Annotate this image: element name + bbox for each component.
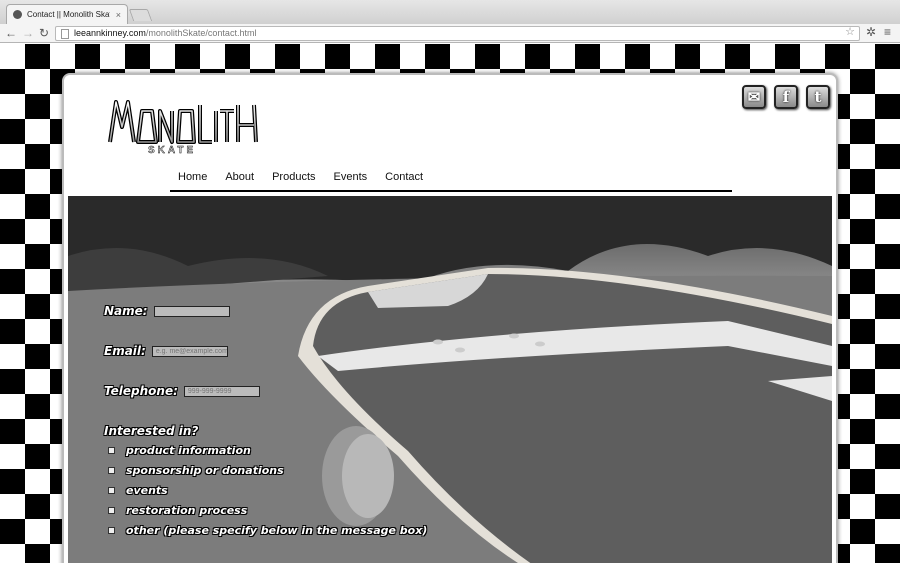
main-nav: Home About Products Events Contact [170,164,732,192]
email-field[interactable] [151,345,228,357]
email-icon[interactable]: ✉ [742,85,766,109]
page-viewport: SKATE ✉ f t Home About Products Events C… [0,44,900,563]
checkbox[interactable] [108,467,115,474]
checkbox[interactable] [108,507,115,514]
logo-graphic: SKATE [108,100,258,156]
name-row: Name: [104,304,230,318]
menu-icon[interactable]: ≡ [884,25,891,39]
interest-label: Interested in? [104,424,199,438]
name-label: Name: [104,304,148,318]
browser-tab[interactable]: Contact || Monolith Skate × [6,4,128,24]
checkbox[interactable] [108,487,115,494]
option-label: restoration process [126,504,248,517]
interest-heading: Interested in? [104,424,198,438]
nav-home[interactable]: Home [178,171,207,183]
tab-title: Contact || Monolith Skate [27,10,110,19]
email-label: Email: [104,344,146,358]
option-label: other (please specify below in the messa… [126,524,428,537]
twitter-icon[interactable]: t [806,85,830,109]
forward-icon[interactable]: → [22,25,34,41]
nav-products[interactable]: Products [272,171,315,183]
page-icon [61,29,69,39]
wrench-icon[interactable]: ✲ [866,25,876,39]
favicon-icon [13,10,22,19]
interest-option-other[interactable]: other (please specify below in the messa… [108,524,427,537]
option-label: product information [126,444,251,457]
interest-option-sponsorship[interactable]: sponsorship or donations [108,464,284,477]
bookmark-star-icon[interactable]: ☆ [845,26,855,39]
telephone-field[interactable] [183,385,260,397]
back-icon[interactable]: ← [5,25,17,41]
url-path: /monolithSkate/contact.html [145,28,257,38]
telephone-row: Telephone: [104,384,260,398]
browser-toolbar: ← → ↻ leeannkinney.com/monolithSkate/con… [0,24,900,43]
nav-events[interactable]: Events [334,171,368,183]
facebook-icon[interactable]: f [774,85,798,109]
new-tab-button[interactable] [128,9,153,21]
interest-option-product[interactable]: product information [108,444,251,457]
monolith-skate-logo[interactable]: SKATE [108,97,260,156]
browser-tab-strip: Contact || Monolith Skate × [0,0,900,24]
interest-option-restoration[interactable]: restoration process [108,504,247,517]
checkbox[interactable] [108,527,115,534]
reload-icon[interactable]: ↻ [39,25,49,41]
interest-option-events[interactable]: events [108,484,168,497]
tab-close-icon[interactable]: × [110,10,127,20]
nav-about[interactable]: About [225,171,254,183]
nav-contact[interactable]: Contact [385,171,423,183]
checkbox[interactable] [108,447,115,454]
logo-subtitle: SKATE [148,145,196,155]
option-label: sponsorship or donations [126,464,284,477]
email-row: Email: [104,344,228,358]
telephone-label: Telephone: [104,384,178,398]
hero-skateboard-image: Name: Email: Telephone: Interested in? p… [68,196,832,563]
content-card: SKATE ✉ f t Home About Products Events C… [62,73,838,563]
url-host: leeannkinney.com [74,28,146,38]
address-bar[interactable]: leeannkinney.com/monolithSkate/contact.h… [55,26,860,41]
option-label: events [126,484,168,497]
name-field[interactable] [153,305,230,317]
